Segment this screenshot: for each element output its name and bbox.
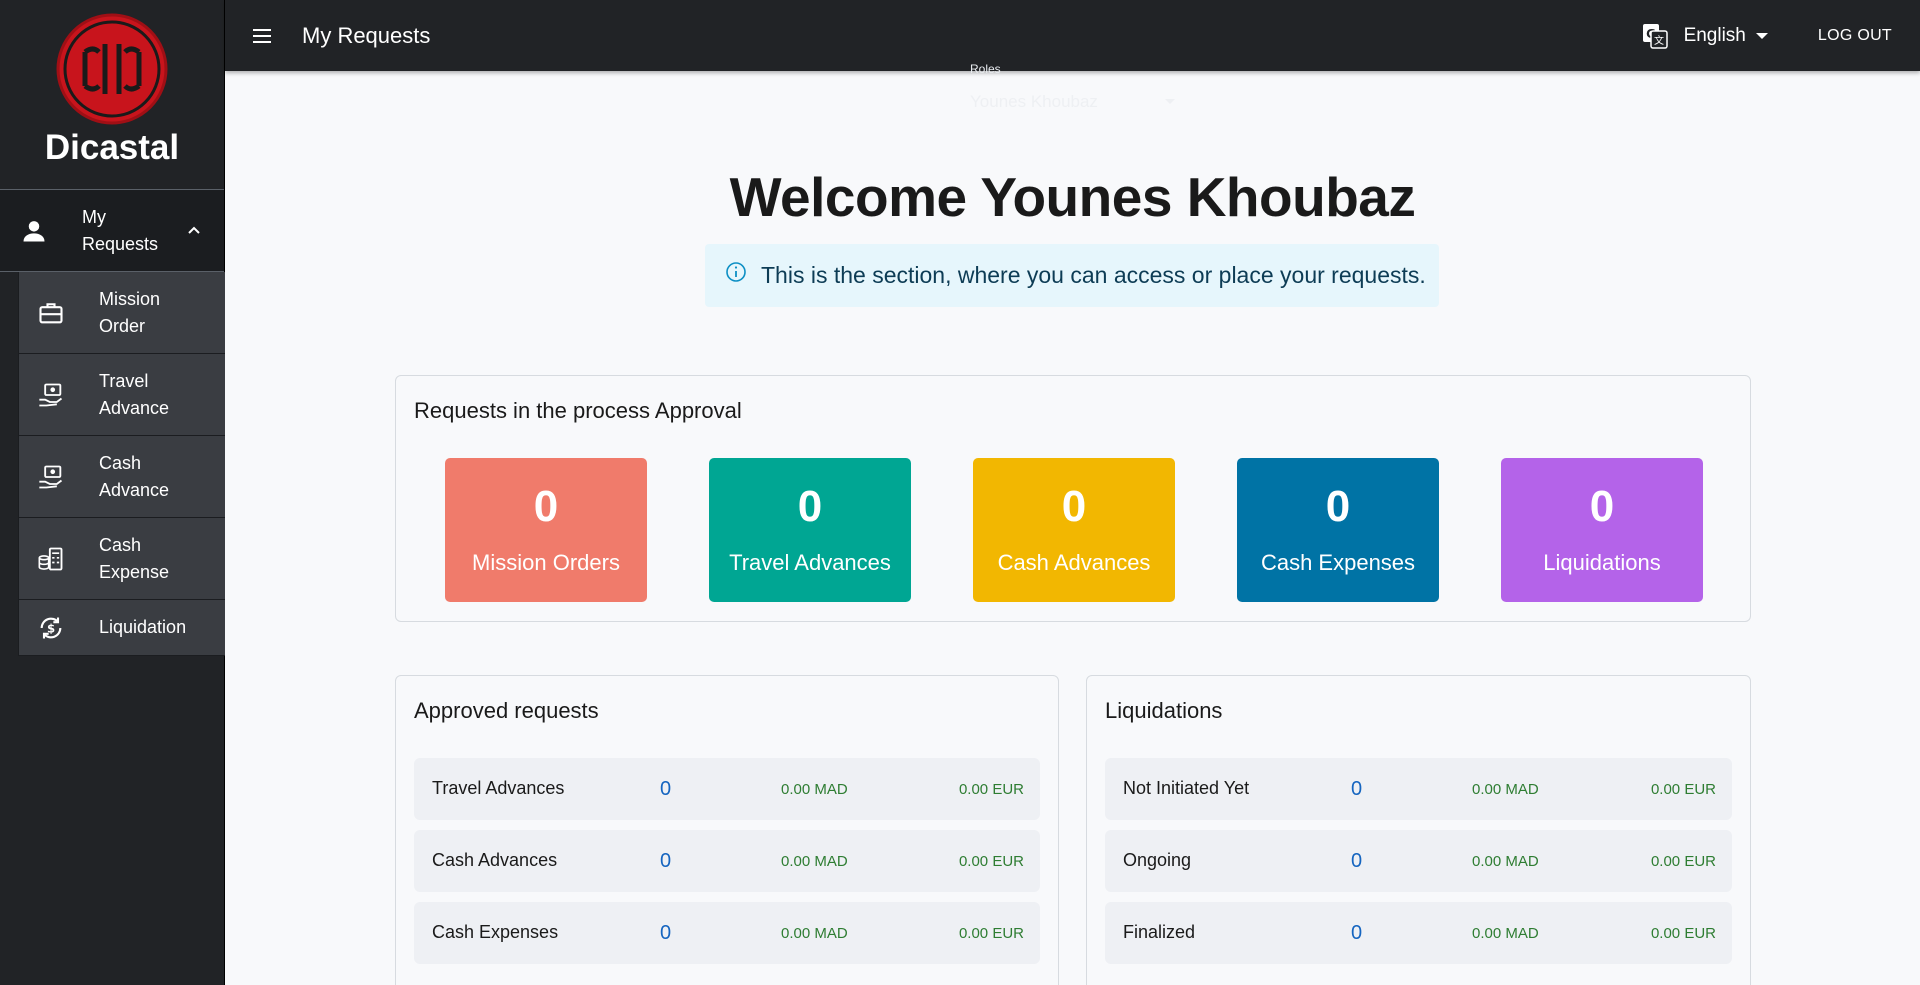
sidebar: Dicastal My Requests Mission Order Trave…	[0, 0, 225, 985]
row-label: Ongoing	[1123, 850, 1192, 870]
row-amount-eur: 0.00 EUR	[1650, 925, 1716, 942]
tile-count: 0	[533, 482, 559, 531]
card-title: Approved requests	[414, 698, 599, 723]
sidebar-item-label: Cash Expense	[99, 534, 170, 582]
svg-text:文: 文	[1654, 34, 1664, 47]
list-item[interactable]: Finalized 0 0.00 MAD 0.00 EUR	[1105, 902, 1732, 964]
row-amount-eur: 0.00 EUR	[958, 853, 1024, 870]
tile-travel-advances[interactable]: 0 Travel Advances	[709, 458, 911, 602]
row-count: 0	[1351, 922, 1363, 944]
menu-icon[interactable]	[250, 24, 274, 48]
row-amount-mad: 0.00 MAD	[1472, 781, 1539, 798]
sidebar-item-label: Cash Advance	[99, 452, 170, 500]
brand-name: Dicastal	[44, 128, 180, 167]
roles-label: Roles	[970, 62, 1001, 76]
list-item[interactable]: Not Initiated Yet 0 0.00 MAD 0.00 EUR	[1105, 758, 1732, 820]
row-label: Cash Expenses	[432, 922, 559, 942]
role-user-select[interactable]: Younes Khoubaz	[970, 92, 1098, 112]
language-value: English	[1683, 24, 1746, 46]
caret-down-icon	[1755, 32, 1768, 39]
row-amount-eur: 0.00 EUR	[958, 925, 1024, 942]
svg-text:$: $	[47, 621, 55, 635]
sidebar-item-my-requests[interactable]: My Requests	[0, 190, 224, 272]
tile-cash-advances[interactable]: 0 Cash Advances	[973, 458, 1175, 602]
tile-count: 0	[1325, 482, 1351, 531]
info-text: This is the section, where you can acces…	[761, 262, 1426, 288]
page-title: My Requests	[302, 22, 431, 48]
briefcase-icon	[39, 302, 63, 323]
tile-count: 0	[1061, 482, 1087, 531]
row-amount-eur: 0.00 EUR	[1650, 781, 1716, 798]
row-label: Cash Advances	[432, 850, 558, 870]
tile-count: 0	[1589, 482, 1615, 531]
tile-label: Travel Advances	[729, 550, 891, 575]
sidebar-item-label: Mission Order	[99, 288, 161, 336]
process-approval-card: Requests in the process Approval 0 Missi…	[395, 375, 1751, 622]
tile-count: 0	[797, 482, 823, 531]
sidebar-item-cash-expense[interactable]: Cash Expense	[18, 518, 225, 600]
card-title: Requests in the process Approval	[414, 398, 742, 423]
list-item[interactable]: Cash Expenses 0 0.00 MAD 0.00 EUR	[414, 902, 1040, 964]
hand-money-icon	[39, 383, 63, 406]
tile-label: Cash Expenses	[1260, 550, 1416, 575]
language-select[interactable]: English	[1684, 25, 1768, 47]
tile-mission-orders[interactable]: 0 Mission Orders	[445, 458, 647, 602]
tiles: 0 Mission Orders 0 Travel Advances 0 Cas…	[445, 458, 1703, 602]
list-item[interactable]: Ongoing 0 0.00 MAD 0.00 EUR	[1105, 830, 1732, 892]
row-amount-mad: 0.00 MAD	[781, 925, 848, 942]
hand-money-icon	[39, 465, 63, 488]
row-amount-mad: 0.00 MAD	[781, 781, 848, 798]
row-amount-mad: 0.00 MAD	[1472, 925, 1539, 942]
info-icon	[726, 261, 746, 282]
topbar: My Requests G文 English LOG OUT	[225, 0, 1920, 71]
welcome-heading: Welcome Younes Khoubaz	[729, 166, 1416, 228]
liquidations-card: Liquidations Not Initiated Yet 0 0.00 MA…	[1086, 675, 1751, 985]
refresh-dollar-icon: $	[40, 617, 62, 638]
row-count: 0	[660, 778, 672, 800]
row-label: Travel Advances	[432, 778, 565, 798]
sidebar-item-liquidation[interactable]: $ Liquidation	[18, 600, 225, 656]
logout-button[interactable]: LOG OUT	[1818, 27, 1892, 45]
sidebar-item-label: Travel Advance	[99, 370, 170, 418]
chevron-up-icon	[188, 226, 200, 234]
info-alert: This is the section, where you can acces…	[705, 244, 1439, 307]
row-count: 0	[660, 922, 672, 944]
tile-label: Mission Orders	[472, 550, 620, 575]
list-item[interactable]: Cash Advances 0 0.00 MAD 0.00 EUR	[414, 830, 1040, 892]
sidebar-item-label: My Requests	[82, 206, 159, 254]
translate-icon[interactable]: G文	[1642, 23, 1668, 49]
sidebar-item-label: Liquidation	[99, 617, 187, 637]
tile-label: Liquidations	[1543, 550, 1661, 575]
sidebar-item-cash-advance[interactable]: Cash Advance	[18, 436, 225, 518]
approved-requests-card: Approved requests Travel Advances 0 0.00…	[395, 675, 1059, 985]
tile-cash-expenses[interactable]: 0 Cash Expenses	[1237, 458, 1439, 602]
calculator-coins-icon	[38, 547, 63, 570]
company-logo	[56, 13, 168, 125]
row-amount-mad: 0.00 MAD	[1472, 853, 1539, 870]
row-amount-mad: 0.00 MAD	[781, 853, 848, 870]
caret-down-icon	[1165, 99, 1175, 104]
row-label: Not Initiated Yet	[1123, 778, 1250, 798]
row-count: 0	[1351, 778, 1363, 800]
list-item[interactable]: Travel Advances 0 0.00 MAD 0.00 EUR	[414, 758, 1040, 820]
user-icon	[23, 220, 45, 241]
sidebar-item-travel-advance[interactable]: Travel Advance	[18, 354, 225, 436]
card-title: Liquidations	[1105, 698, 1223, 723]
row-count: 0	[660, 850, 672, 872]
row-count: 0	[1351, 850, 1363, 872]
tile-liquidations[interactable]: 0 Liquidations	[1501, 458, 1703, 602]
row-amount-eur: 0.00 EUR	[1650, 853, 1716, 870]
tile-label: Cash Advances	[997, 550, 1151, 575]
sidebar-item-mission-order[interactable]: Mission Order	[18, 272, 225, 354]
brand: Dicastal	[0, 0, 224, 190]
row-amount-eur: 0.00 EUR	[958, 781, 1024, 798]
row-label: Finalized	[1123, 922, 1196, 942]
